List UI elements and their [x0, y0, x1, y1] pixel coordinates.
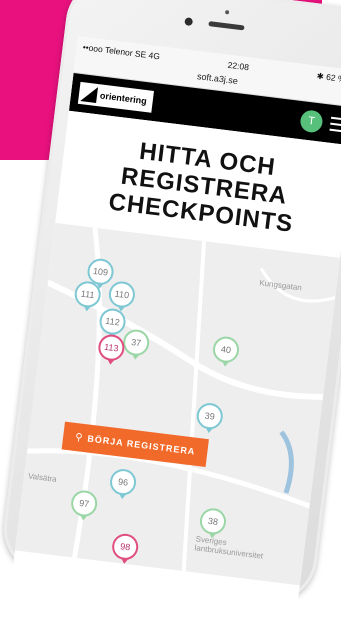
clock: 22:08 — [227, 59, 250, 73]
map-roads — [27, 227, 336, 572]
location-pin-icon: ⚲ — [74, 431, 85, 444]
battery-label: ✱ 62 % ▭ — [316, 70, 341, 84]
user-avatar[interactable]: T — [299, 109, 324, 134]
cta-label: BÖRJA REGISTRERA — [86, 433, 196, 457]
page-title: HITTA OCH REGISTRERA CHECKPOINTS — [107, 137, 295, 238]
site-logo[interactable]: orientering — [77, 81, 154, 113]
logo-triangle-icon — [80, 85, 99, 103]
logo-text: orientering — [99, 90, 148, 107]
checkpoint-map[interactable]: 109 111 110 112 37 113 40 39 96 97 38 98… — [14, 222, 341, 586]
nav-actions: T — [299, 109, 341, 137]
hamburger-menu-icon[interactable] — [329, 116, 341, 133]
